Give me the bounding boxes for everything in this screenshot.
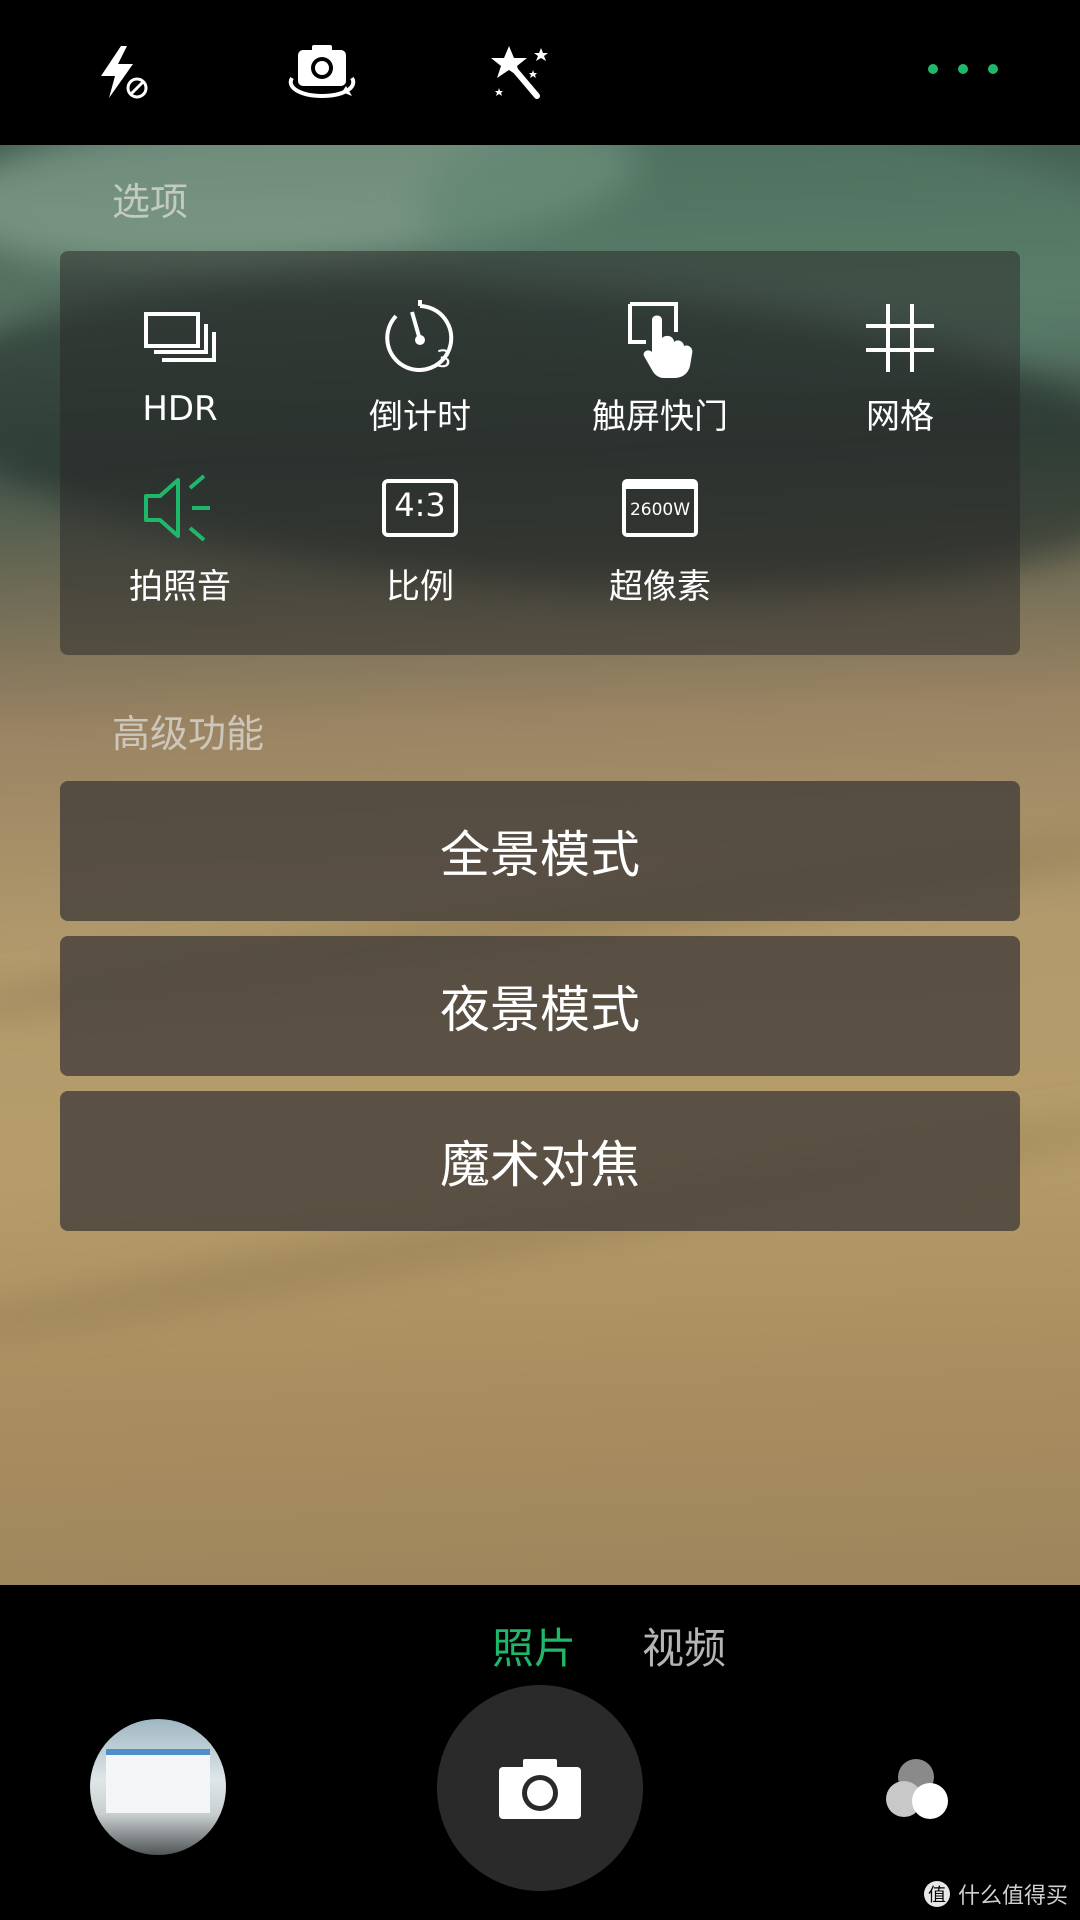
more-options-icon[interactable] [928,64,998,74]
timer-icon [375,293,465,383]
camera-icon [499,1759,581,1819]
shutter-sound-icon [135,463,225,553]
dot [928,64,938,74]
options-section-title: 选项 [112,180,189,224]
option-label: 拍照音 [129,567,231,607]
advanced-section-title: 高级功能 [112,712,265,756]
camera-bottom-bar: 照片 视频 值 什么值得买 [0,1585,1080,1920]
dot [988,64,998,74]
option-timer[interactable]: 倒计时 [320,293,520,443]
watermark-logo: 值 [923,1881,950,1907]
filters-icon[interactable] [880,1753,960,1825]
option-label: 网格 [866,397,934,437]
option-grid[interactable]: 网格 [800,293,1000,443]
hdr-icon [135,293,225,383]
night-mode-button[interactable]: 夜景模式 [60,936,1020,1076]
shutter-button[interactable] [437,1685,643,1891]
super-pixel-badge: 2600W [629,500,691,520]
touch-shutter-icon [615,293,705,383]
mode-photo-tab[interactable]: 照片 [492,1615,576,1676]
option-touch-shutter[interactable]: 触屏快门 [560,293,760,443]
option-shutter-sound[interactable]: 拍照音 [80,463,280,613]
panorama-mode-button[interactable]: 全景模式 [60,781,1020,921]
dot [958,64,968,74]
thumbnail-screen [106,1749,210,1813]
timer-badge: 3 [436,345,452,373]
option-super-pixel[interactable]: 超像素 [560,463,760,613]
option-label: 触屏快门 [592,397,728,437]
flash-off-icon[interactable] [82,36,162,108]
gallery-thumbnail[interactable] [90,1719,226,1855]
option-label: 倒计时 [369,397,471,437]
options-panel: HDR 倒计时 触屏快门 网格 拍照音 比例 超像素 [60,251,1020,655]
option-hdr[interactable]: HDR [80,293,280,443]
grid-icon [855,293,945,383]
watermark-text: 什么值得买 [957,1884,1068,1909]
magic-focus-button[interactable]: 魔术对焦 [60,1091,1020,1231]
option-label: 比例 [386,567,454,607]
magic-wand-icon[interactable] [482,36,562,108]
mode-video-tab[interactable]: 视频 [642,1615,726,1676]
watermark: 值 什么值得买 [923,1878,1068,1910]
option-label: HDR [142,389,218,429]
ratio-badge: 4:3 [394,486,446,524]
camera-viewfinder[interactable]: 选项 HDR 倒计时 触屏快门 网格 拍照音 比例 超像素 3 4:3 2600… [0,145,1080,1585]
switch-camera-icon[interactable] [282,36,362,108]
camera-top-bar [0,0,1080,145]
option-label: 超像素 [609,567,711,607]
